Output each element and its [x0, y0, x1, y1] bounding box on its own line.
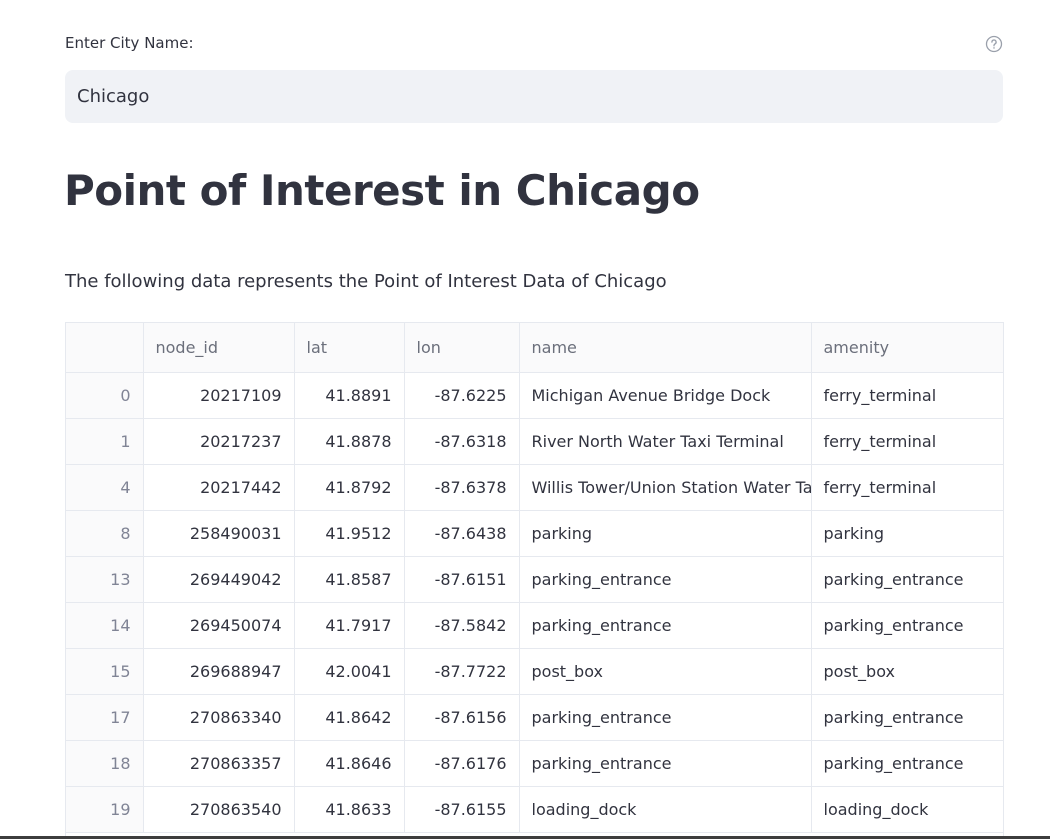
row-index-cell[interactable]: 8 — [66, 510, 144, 557]
node-id-cell[interactable]: 20217109 — [143, 372, 295, 419]
column-header-lat[interactable]: lat — [294, 323, 405, 373]
node-id-cell[interactable]: 269450074 — [143, 602, 295, 649]
amenity-cell[interactable]: post_box — [811, 648, 1003, 695]
lon-cell[interactable]: -87.6378 — [404, 464, 520, 511]
table-row[interactable]: 1 20217237 41.8878 -87.6318 River North Wate… — [66, 418, 1003, 465]
node-id-cell[interactable]: 270863340 — [143, 694, 295, 741]
row-index-cell[interactable]: 19 — [66, 786, 144, 833]
lon-cell[interactable]: -87.6225 — [404, 372, 520, 419]
amenity-cell[interactable]: parking_entrance — [811, 740, 1003, 787]
lon-cell[interactable]: -87.5842 — [404, 602, 520, 649]
amenity-cell[interactable]: ferry_terminal — [811, 464, 1003, 511]
node-id-cell[interactable]: 270863357 — [143, 740, 295, 787]
lon-cell[interactable]: -87.6155 — [404, 786, 520, 833]
lat-cell[interactable]: 42.0041 — [294, 648, 405, 695]
node-id-cell[interactable]: 20217237 — [143, 418, 295, 465]
lat-cell[interactable]: 41.8587 — [294, 556, 405, 603]
lat-cell[interactable]: 41.8633 — [294, 786, 405, 833]
description-text: The following data represents the Point … — [65, 271, 667, 292]
row-index-cell[interactable]: 0 — [66, 372, 144, 419]
row-index-cell[interactable]: 14 — [66, 602, 144, 649]
lat-cell[interactable]: 41.8792 — [294, 464, 405, 511]
lon-cell[interactable]: -87.6151 — [404, 556, 520, 603]
app-page: Enter City Name: Point of Interest in Ch… — [0, 0, 1050, 839]
table-row[interactable]: 15 269688947 42.0041 -87.7722 post_box post_b… — [66, 648, 1003, 695]
name-cell[interactable]: post_box — [519, 648, 812, 695]
name-cell[interactable]: parking — [519, 510, 812, 557]
node-id-cell[interactable]: 270863540 — [143, 786, 295, 833]
city-input-label: Enter City Name: — [65, 34, 194, 52]
name-cell[interactable]: parking_entrance — [519, 556, 812, 603]
table-header-row: node_id lat lon name amenity — [66, 323, 1003, 373]
row-index-cell[interactable]: 4 — [66, 464, 144, 511]
name-cell[interactable]: Michigan Avenue Bridge Dock — [519, 372, 812, 419]
name-cell[interactable]: River North Water Taxi Terminal — [519, 418, 812, 465]
amenity-cell[interactable]: ferry_terminal — [811, 418, 1003, 465]
lon-cell[interactable]: -87.6438 — [404, 510, 520, 557]
column-header-lon[interactable]: lon — [404, 323, 520, 373]
name-cell[interactable]: parking_entrance — [519, 602, 812, 649]
table-row[interactable]: 0 20217109 41.8891 -87.6225 Michigan Avenue … — [66, 372, 1003, 419]
row-index-cell[interactable]: 18 — [66, 740, 144, 787]
node-id-cell[interactable]: 269449042 — [143, 556, 295, 603]
node-id-cell[interactable]: 258490031 — [143, 510, 295, 557]
name-cell[interactable]: parking_entrance — [519, 740, 812, 787]
row-index-cell[interactable]: 1 — [66, 418, 144, 465]
lat-cell[interactable]: 41.7917 — [294, 602, 405, 649]
name-cell[interactable]: parking_entrance — [519, 694, 812, 741]
lat-cell[interactable]: 41.8878 — [294, 418, 405, 465]
lon-cell[interactable]: -87.6156 — [404, 694, 520, 741]
amenity-cell[interactable]: parking_entrance — [811, 694, 1003, 741]
amenity-cell[interactable]: parking_entrance — [811, 556, 1003, 603]
column-header-index[interactable] — [66, 323, 144, 373]
lat-cell[interactable]: 41.8646 — [294, 740, 405, 787]
column-header-node-id[interactable]: node_id — [143, 323, 295, 373]
lon-cell[interactable]: -87.7722 — [404, 648, 520, 695]
lat-cell[interactable]: 41.8642 — [294, 694, 405, 741]
column-header-name[interactable]: name — [519, 323, 812, 373]
table-row[interactable]: 19 270863540 41.8633 -87.6155 loading_dock lo… — [66, 786, 1003, 833]
node-id-cell[interactable]: 20217442 — [143, 464, 295, 511]
table-body: 0 20217109 41.8891 -87.6225 Michigan Avenue … — [66, 372, 1003, 833]
row-index-cell[interactable]: 15 — [66, 648, 144, 695]
lon-cell[interactable]: -87.6176 — [404, 740, 520, 787]
amenity-cell[interactable]: parking_entrance — [811, 602, 1003, 649]
lat-cell[interactable]: 41.9512 — [294, 510, 405, 557]
question-circle-icon[interactable] — [985, 35, 1003, 53]
lon-cell[interactable]: -87.6318 — [404, 418, 520, 465]
table-row[interactable]: 8 258490031 41.9512 -87.6438 parking parking — [66, 510, 1003, 557]
table-row[interactable]: 13 269449042 41.8587 -87.6151 parking_entran… — [66, 556, 1003, 603]
table-row[interactable]: 17 270863340 41.8642 -87.6156 parking_entran… — [66, 694, 1003, 741]
lat-cell[interactable]: 41.8891 — [294, 372, 405, 419]
row-index-cell[interactable]: 17 — [66, 694, 144, 741]
page-title: Point of Interest in Chicago — [64, 166, 700, 215]
table-row[interactable]: 4 20217442 41.8792 -87.6378 Willis Tower/Uni… — [66, 464, 1003, 511]
amenity-cell[interactable]: parking — [811, 510, 1003, 557]
poi-data-table[interactable]: node_id lat lon name amenity 0 20217109 41… — [65, 322, 1004, 839]
name-cell[interactable]: Willis Tower/Union Station Water Tax — [519, 464, 812, 511]
amenity-cell[interactable]: loading_dock — [811, 786, 1003, 833]
column-header-amenity[interactable]: amenity — [811, 323, 1003, 373]
amenity-cell[interactable]: ferry_terminal — [811, 372, 1003, 419]
name-cell[interactable]: loading_dock — [519, 786, 812, 833]
city-input[interactable] — [65, 70, 1003, 123]
table-row[interactable]: 14 269450074 41.7917 -87.5842 parking_entran… — [66, 602, 1003, 649]
table-row[interactable]: 18 270863357 41.8646 -87.6176 parking_entran… — [66, 740, 1003, 787]
row-index-cell[interactable]: 13 — [66, 556, 144, 603]
node-id-cell[interactable]: 269688947 — [143, 648, 295, 695]
